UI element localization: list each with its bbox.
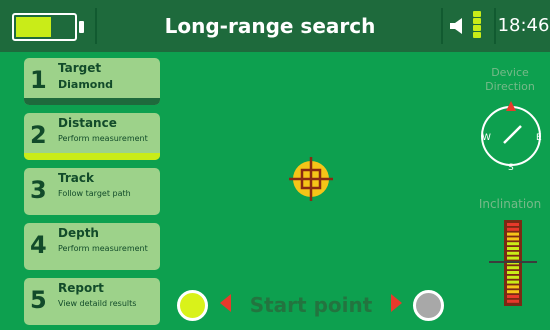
next-arrow-icon[interactable]	[391, 294, 402, 312]
compass-icon: W E S	[481, 101, 542, 173]
menu-item-title: Target	[58, 61, 102, 75]
menu-item-number: 1	[30, 66, 47, 94]
menu-item-title: Depth	[58, 226, 99, 240]
gauge-segment	[507, 242, 519, 246]
page-title: Long-range search	[164, 14, 376, 38]
device-direction-label-line1: Device	[491, 66, 529, 79]
divider	[95, 8, 97, 44]
compass-s: S	[508, 163, 514, 173]
menu-item-number: 3	[30, 176, 47, 204]
signal-bar	[473, 32, 481, 38]
menu-item-report[interactable]: 5 Report View detaild results	[24, 278, 160, 325]
previous-arrow-icon[interactable]	[220, 294, 231, 312]
gauge-segment	[507, 227, 519, 231]
end-indicator-gray[interactable]	[413, 290, 444, 321]
gauge-segment	[507, 223, 519, 226]
menu-item-number: 5	[30, 286, 47, 314]
active-indicator	[24, 153, 160, 160]
start-indicator-green[interactable]	[177, 290, 208, 321]
completed-indicator	[24, 98, 160, 105]
start-point-label: Start point	[249, 293, 373, 317]
menu-item-subtitle: Perform measurement	[58, 134, 148, 143]
inclination-gauge	[489, 220, 537, 306]
menu-item-number: 2	[30, 121, 47, 149]
long-range-search-screen: Long-range search 18:46 1 Target Diamond…	[0, 0, 550, 330]
target-crosshair-icon	[289, 157, 333, 201]
clock: 18:46	[497, 15, 550, 36]
gauge-segment	[507, 251, 519, 255]
signal-bar	[473, 18, 481, 24]
signal-strength-icon	[473, 11, 483, 39]
gauge-segment	[507, 232, 519, 236]
battery-icon	[12, 13, 77, 41]
gauge-segment	[507, 280, 519, 284]
compass-w: W	[482, 133, 491, 143]
gauge-segment	[507, 295, 519, 298]
menu-item-subtitle: Follow target path	[58, 189, 131, 198]
menu-item-track[interactable]: 3 Track Follow target path	[24, 168, 160, 215]
compass-e: E	[536, 133, 542, 143]
menu-item-distance[interactable]: 2 Distance Perform measurement	[24, 113, 160, 160]
divider	[494, 8, 496, 44]
menu-item-subtitle: Perform measurement	[58, 244, 148, 253]
device-direction-label-line2: Direction	[485, 80, 535, 93]
gauge-segment	[507, 237, 519, 241]
menu-item-title: Distance	[58, 116, 117, 130]
signal-bar	[473, 25, 481, 31]
gauge-segment	[507, 247, 519, 250]
menu-item-title: Track	[58, 171, 94, 185]
battery-level-fill	[16, 17, 51, 37]
battery-tip	[79, 21, 84, 33]
signal-bar	[473, 11, 481, 17]
menu-item-depth[interactable]: 4 Depth Perform measurement	[24, 223, 160, 270]
gauge-segment	[507, 266, 519, 270]
menu-item-subtitle: View detaild results	[58, 299, 137, 308]
gauge-segment	[507, 299, 519, 303]
menu-item-title: Report	[58, 281, 104, 295]
menu-item-number: 4	[30, 231, 47, 259]
gauge-segment	[507, 290, 519, 294]
top-status-bar: Long-range search 18:46	[0, 0, 550, 52]
divider	[441, 8, 443, 44]
gauge-segment	[507, 256, 519, 260]
menu-item-subtitle: Diamond	[58, 78, 114, 91]
inclination-label: Inclination	[478, 197, 542, 211]
gauge-segment	[507, 285, 519, 289]
speaker-icon[interactable]	[449, 17, 467, 35]
menu-item-target[interactable]: 1 Target Diamond	[24, 58, 160, 105]
gauge-segment	[507, 271, 519, 274]
gauge-segment	[507, 275, 519, 279]
